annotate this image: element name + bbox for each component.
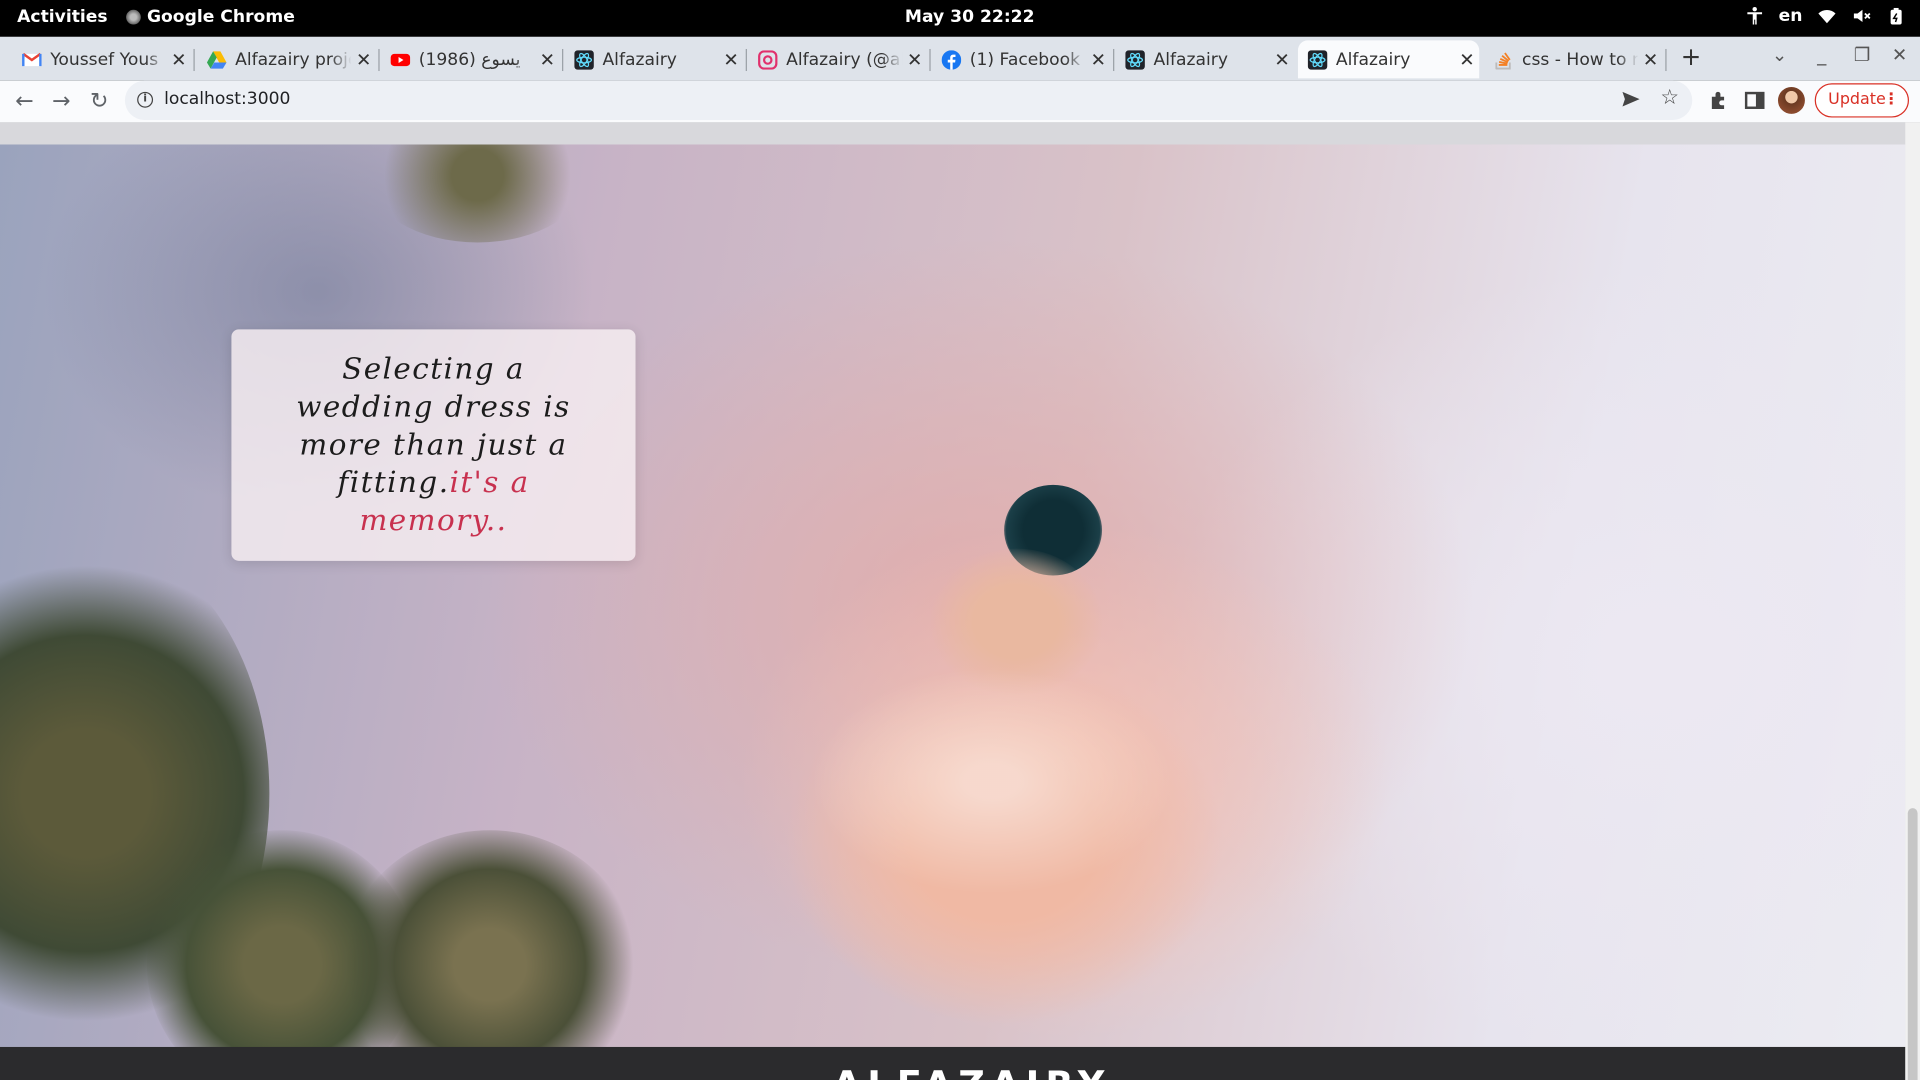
extensions-puzzle-icon[interactable] [1707, 88, 1731, 112]
system-tray[interactable]: en [1744, 6, 1905, 26]
tab-separator [929, 48, 931, 72]
bookmark-star-icon[interactable]: ☆ [1660, 86, 1679, 110]
tab-title: Alfazairy [1335, 49, 1411, 70]
tab-separator [193, 48, 195, 72]
tab-instagram[interactable]: Alfazairy (@al ✕ [748, 40, 927, 78]
activities-button[interactable]: Activities [17, 7, 107, 27]
app-name: Google Chrome [146, 7, 295, 27]
tab-separator [562, 48, 564, 72]
close-tab-icon[interactable]: ✕ [1455, 48, 1479, 70]
react-icon [1125, 49, 1145, 70]
gmail-icon [22, 52, 42, 66]
tab-title: Alfazairy (@al [786, 49, 903, 70]
tab-alfazairy-active[interactable]: Alfazairy ✕ [1297, 40, 1480, 79]
react-icon [574, 49, 594, 70]
foliage-bottom-center [342, 830, 637, 1047]
update-label: Update [1828, 90, 1886, 109]
tab-stackoverflow[interactable]: css - How to m ✕ [1484, 40, 1663, 78]
close-tab-icon[interactable]: ✕ [719, 48, 743, 70]
volume-muted-icon[interactable] [1851, 6, 1871, 26]
previous-section-edge [0, 122, 1906, 145]
forward-arrow-icon[interactable]: → [48, 88, 75, 115]
new-tab-button[interactable]: + [1678, 43, 1705, 70]
chrome-app-icon [126, 9, 141, 25]
tab-facebook[interactable]: (1) Facebook ✕ [932, 40, 1111, 78]
tab-title: يسوع (1986) [418, 49, 521, 70]
stackoverflow-icon [1495, 51, 1511, 69]
tab-search-chevron-icon[interactable]: ⌄ [1772, 44, 1787, 66]
tab-separator [1113, 48, 1115, 72]
close-window-icon[interactable]: ✕ [1892, 44, 1907, 66]
back-arrow-icon[interactable]: ← [11, 88, 38, 115]
reload-icon[interactable]: ↻ [86, 88, 113, 115]
quote-text: Selecting a wedding dress is more than j… [273, 350, 594, 540]
foliage-top [367, 144, 588, 243]
close-tab-icon[interactable]: ✕ [1086, 48, 1110, 70]
wifi-icon[interactable] [1817, 6, 1837, 26]
url-text[interactable]: localhost:3000 [164, 89, 290, 109]
restore-window-icon[interactable]: ❐ [1854, 44, 1870, 66]
tab-separator [745, 48, 747, 72]
profile-avatar[interactable] [1777, 86, 1805, 114]
instagram-icon [758, 49, 778, 70]
tab-separator [1665, 48, 1667, 72]
react-icon [1307, 49, 1328, 70]
facebook-icon [941, 49, 962, 70]
side-panel-icon[interactable] [1742, 88, 1766, 112]
address-bar[interactable]: i localhost:3000 ☆ [124, 80, 1693, 121]
tab-title: Alfazairy [602, 49, 677, 70]
page-scrollbar[interactable] [1905, 122, 1920, 1080]
quote-card: Selecting a wedding dress is more than j… [231, 329, 636, 561]
battery-icon[interactable] [1886, 6, 1906, 26]
screen: Activities Google Chrome May 30 22:22 en… [0, 0, 1920, 1080]
hero-section: Selecting a wedding dress is more than j… [0, 144, 1906, 1047]
tab-separator [378, 48, 380, 72]
tab-title: Alfazairy proje [235, 49, 352, 70]
tab-title: Youssef Yous [50, 49, 159, 70]
tab-title: css - How to m [1522, 49, 1639, 70]
update-button[interactable]: Update ⋮ [1814, 83, 1909, 118]
close-tab-icon[interactable]: ✕ [351, 48, 375, 70]
site-info-icon[interactable]: i [137, 91, 154, 108]
close-tab-icon[interactable]: ✕ [1638, 48, 1662, 70]
tab-drive[interactable]: Alfazairy proje ✕ [197, 40, 376, 78]
footer: ALFAZAIRY [0, 1046, 1906, 1080]
tab-title: (1) Facebook [969, 49, 1081, 70]
dress-lace [795, 658, 1188, 904]
tab-youtube[interactable]: يسوع (1986) ✕ [381, 40, 560, 78]
tab-alfazairy-1[interactable]: Alfazairy ✕ [564, 40, 743, 78]
tab-alfazairy-2[interactable]: Alfazairy ✕ [1116, 40, 1295, 78]
footer-brand: ALFAZAIRY [833, 1064, 1111, 1080]
menu-dots-icon[interactable]: ⋮ [1883, 84, 1899, 116]
send-tab-icon[interactable] [1621, 89, 1641, 109]
tab-gmail[interactable]: Youssef Yous ✕ [12, 40, 191, 78]
page-viewport: Selecting a wedding dress is more than j… [0, 122, 1920, 1080]
close-tab-icon[interactable]: ✕ [167, 48, 191, 70]
youtube-icon [390, 53, 411, 66]
close-tab-icon[interactable]: ✕ [902, 48, 926, 70]
tab-strip: Youssef Yous ✕ Alfazairy proje ✕ يسوع (1… [0, 36, 1920, 81]
language-indicator[interactable]: en [1779, 6, 1803, 26]
drive-icon [206, 50, 227, 68]
close-tab-icon[interactable]: ✕ [1270, 48, 1294, 70]
app-menu[interactable]: Google Chrome [126, 7, 295, 27]
close-tab-icon[interactable]: ✕ [535, 48, 559, 70]
minimize-window-icon[interactable]: _ [1817, 44, 1826, 66]
os-top-bar: Activities Google Chrome May 30 22:22 en [0, 0, 1920, 37]
scrollbar-thumb[interactable] [1907, 808, 1918, 1080]
clock[interactable]: May 30 22:22 [905, 7, 1035, 27]
browser-toolbar: ← → ↻ i localhost:3000 ☆ Update ⋮ [0, 80, 1920, 123]
tab-title: Alfazairy [1153, 49, 1228, 70]
accessibility-icon[interactable] [1744, 6, 1764, 26]
